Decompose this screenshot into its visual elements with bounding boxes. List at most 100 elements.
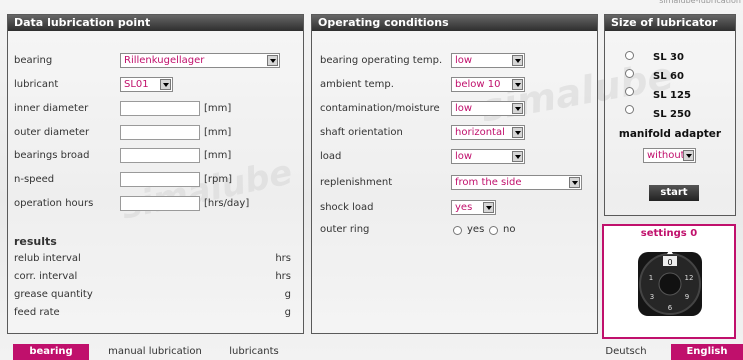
bearing-select-value: Rillenkugellager (124, 55, 205, 66)
operation-hours-label: operation hours (14, 198, 94, 209)
operating-conditions-panel: Operating conditions bearing operating t… (311, 14, 598, 334)
operation-hours-unit: [hrs/day] (204, 198, 250, 209)
result-label: corr. interval (14, 271, 78, 282)
n-speed-label: n-speed (14, 174, 55, 185)
outer-ring-no-radio[interactable] (489, 226, 498, 235)
select-value: low (455, 103, 473, 114)
condition-label: shaft orientation (320, 127, 403, 138)
radio-label: no (503, 224, 516, 235)
size-panel: Size of lubricator SL 30 SL 60 SL 125 SL… (604, 14, 736, 216)
size-radio-sl60[interactable] (625, 69, 634, 78)
replenishment-select[interactable]: from the side (451, 175, 582, 190)
shaft-orientation-select[interactable]: horizontal (451, 125, 525, 140)
chevron-down-icon[interactable] (483, 202, 494, 213)
panel-title: Operating conditions (312, 15, 597, 31)
condition-label: shock load (320, 202, 374, 213)
radio-label: yes (467, 224, 485, 235)
chevron-down-icon[interactable] (160, 79, 171, 90)
load-select[interactable]: low (451, 149, 525, 164)
select-value: low (455, 151, 473, 162)
result-unit: g (284, 307, 291, 318)
panel-title: Size of lubricator (605, 15, 735, 31)
settings-panel: settings 0 0 12 9 6 3 1 (602, 224, 736, 339)
condition-label: bearing operating temp. (320, 55, 443, 66)
select-value: below 10 (455, 79, 501, 90)
bearing-label: bearing (14, 55, 53, 66)
size-option-label: SL 30 (653, 52, 684, 63)
chevron-down-icon[interactable] (512, 127, 523, 138)
tab-manual-lubrication[interactable]: manual lubrication (95, 344, 215, 360)
operation-hours-input[interactable] (120, 196, 200, 211)
chevron-down-icon[interactable] (512, 55, 523, 66)
outer-diameter-input[interactable] (120, 125, 200, 140)
manifold-label: manifold adapter (618, 128, 722, 140)
select-value: without (647, 150, 685, 161)
tab-bearing[interactable]: bearing (13, 344, 89, 360)
bearings-broad-unit: [mm] (204, 150, 232, 161)
bearing-select[interactable]: Rillenkugellager (120, 53, 280, 68)
size-radio-sl250[interactable] (625, 105, 634, 114)
select-value: from the side (455, 177, 522, 188)
settings-title: settings 0 (640, 228, 698, 239)
top-right-caption: simalube-lubrication (659, 0, 741, 5)
select-value: yes (455, 202, 473, 213)
start-button[interactable]: start (649, 185, 699, 201)
condition-label: ambient temp. (320, 79, 394, 90)
result-label: feed rate (14, 307, 60, 318)
result-label: relub interval (14, 253, 81, 264)
settings-dial-icon[interactable]: 0 12 9 6 3 1 (630, 244, 710, 324)
size-radio-sl125[interactable] (625, 87, 634, 96)
tab-lubricants[interactable]: lubricants (219, 344, 289, 360)
panel-title: Data lubrication point (8, 15, 303, 31)
dial-number: 1 (649, 274, 653, 282)
dial-number: 9 (685, 293, 689, 301)
result-unit: hrs (275, 253, 291, 264)
select-value: horizontal (455, 127, 505, 138)
bottom-tab-bar: bearing manual lubrication lubricants De… (13, 344, 743, 360)
chevron-down-icon[interactable] (267, 55, 278, 66)
inner-diameter-input[interactable] (120, 101, 200, 116)
condition-label: contamination/moisture (320, 103, 440, 114)
bearing-temp-select[interactable]: low (451, 53, 525, 68)
dial-number: 12 (685, 274, 694, 282)
result-unit: hrs (275, 271, 291, 282)
result-label: grease quantity (14, 289, 93, 300)
dial-number: 0 (667, 258, 672, 267)
chevron-down-icon[interactable] (512, 79, 523, 90)
shock-load-select[interactable]: yes (451, 200, 496, 215)
chevron-down-icon[interactable] (569, 177, 580, 188)
result-unit: g (284, 289, 291, 300)
outer-ring-label: outer ring (320, 224, 370, 235)
lubricant-select-value: SL01 (124, 79, 149, 90)
inner-diameter-unit: [mm] (204, 103, 232, 114)
size-option-label: SL 125 (653, 90, 691, 101)
bearings-broad-input[interactable] (120, 148, 200, 163)
chevron-down-icon[interactable] (683, 150, 694, 161)
results-heading: results (14, 235, 57, 248)
lubricant-label: lubricant (14, 79, 59, 90)
bearings-broad-label: bearings broad (14, 150, 90, 161)
outer-diameter-label: outer diameter (14, 127, 90, 138)
condition-label: replenishment (320, 177, 393, 188)
outer-ring-yes-radio[interactable] (453, 226, 462, 235)
inner-diameter-label: inner diameter (14, 103, 89, 114)
chevron-down-icon[interactable] (512, 151, 523, 162)
data-lubrication-panel: Data lubrication point bearing Rillenkug… (7, 14, 304, 334)
contamination-select[interactable]: low (451, 101, 525, 116)
n-speed-unit: [rpm] (204, 174, 233, 185)
language-deutsch[interactable]: Deutsch (596, 344, 656, 360)
select-value: low (455, 55, 473, 66)
outer-diameter-unit: [mm] (204, 127, 232, 138)
n-speed-input[interactable] (120, 172, 200, 187)
size-option-label: SL 250 (653, 109, 691, 120)
chevron-down-icon[interactable] (512, 103, 523, 114)
lubricant-select[interactable]: SL01 (120, 77, 173, 92)
condition-label: load (320, 151, 342, 162)
ambient-temp-select[interactable]: below 10 (451, 77, 525, 92)
language-english[interactable]: English (671, 344, 743, 360)
size-option-label: SL 60 (653, 71, 684, 82)
size-radio-sl30[interactable] (625, 51, 634, 60)
dial-number: 6 (668, 304, 673, 312)
manifold-select[interactable]: without (643, 148, 696, 163)
dial-number: 3 (650, 293, 654, 301)
